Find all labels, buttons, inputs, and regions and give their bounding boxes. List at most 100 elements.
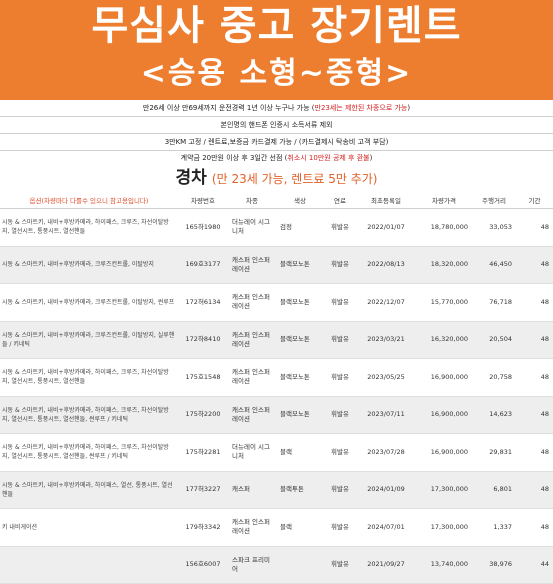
table-row[interactable]: 시동 & 스마트키, 내비+후방카메라, 하이패스, 크루즈, 차선이탈방지, … (0, 396, 553, 434)
col-mileage: 주행거리 (472, 191, 516, 209)
cell-price: 17,300,000 (416, 471, 472, 509)
cell-fuel: 휘발유 (324, 321, 356, 359)
cell-fuel: 휘발유 (324, 246, 356, 284)
cell-mileage: 14,623 (472, 396, 516, 434)
cell-model: 캐스퍼 인스퍼레이션 (228, 283, 276, 322)
cell-color: 블랙 (276, 433, 324, 472)
cell-plate: 172하8410 (178, 321, 228, 359)
cell-price: 16,900,000 (416, 358, 472, 397)
col-options: 옵션(차량마다 다를수 있으니 참고용입니다) (0, 191, 178, 209)
divider (0, 150, 553, 151)
table-row[interactable]: 시동 & 스마트키, 내비+후방카메라, 크루즈컨트롤, 이탈방지 169호317… (0, 246, 553, 284)
cell-term: 48 (516, 358, 553, 397)
cell-fuel: 휘발유 (324, 208, 356, 247)
table-row[interactable]: 시동 & 스마트키, 내비+후방카메라, 하이패스, 크루즈, 차선이탈방지, … (0, 358, 553, 397)
table-row[interactable]: 키 내비게이션 179하3342 캐스퍼 인스퍼레이션 블랙 휘발유 2024/07/01… (0, 508, 553, 547)
table-row[interactable]: 시동 & 스마트키, 내비+후방카메라, 하이패스, 크루즈, 차선이탈방지, … (0, 208, 553, 247)
cell-reg-date: 2024/01/09 (356, 471, 416, 509)
cell-term: 44 (516, 546, 553, 584)
cell-plate: 177허3227 (178, 471, 228, 509)
banner-title: 무심사 중고 장기렌트 (91, 3, 462, 49)
cell-price: 16,900,000 (416, 396, 472, 434)
cell-color (276, 546, 324, 584)
cell-mileage: 1,337 (472, 508, 516, 547)
section-note: (만 23세 가능, 렌트료 5만 추가) (211, 172, 378, 186)
cell-options (0, 546, 178, 584)
cell-reg-date: 2023/07/11 (356, 396, 416, 434)
cell-price: 18,320,000 (416, 246, 472, 284)
cell-color: 검정 (276, 208, 324, 247)
cell-plate: 172허6134 (178, 283, 228, 322)
cell-reg-date: 2023/03/21 (356, 321, 416, 359)
cell-color: 블랙모노톤 (276, 246, 324, 284)
cell-reg-date: 2023/05/25 (356, 358, 416, 397)
table-row[interactable]: 시동 & 스마트키, 내비+후방카메라, 크루즈컨트롤, 이탈방지, 썬루프 17… (0, 283, 553, 322)
cell-fuel: 휘발유 (324, 546, 356, 584)
table-row[interactable]: 시동 & 스마트키, 내비+후방카메라, 하이패스, 열선, 통풍시트, 열선핸… (0, 471, 553, 509)
table-header: 옵션(차량마다 다를수 있으니 참고용입니다) 차량번호 차종 색상 연료 최초… (0, 191, 553, 209)
cell-model: 캐스퍼 인스퍼레이션 (228, 321, 276, 359)
notice-highlight: 취소시 10만원 공제 후 환불 (287, 154, 370, 162)
section-heading: 경차 (만 23세 가능, 렌트료 5만 추가) (0, 167, 553, 190)
cell-term: 48 (516, 321, 553, 359)
col-fuel: 연료 (324, 191, 356, 209)
divider (0, 116, 553, 117)
cell-mileage: 20,504 (472, 321, 516, 359)
cell-options: 시동 & 스마트키, 내비+후방카메라, 하이패스, 크루즈, 차선이탈방지, … (0, 358, 178, 397)
cell-options: 시동 & 스마트키, 내비+후방카메라, 크루즈컨트롤, 이탈방지 (0, 246, 178, 284)
cell-color: 블랙모노톤 (276, 321, 324, 359)
cell-plate: 175하2200 (178, 396, 228, 434)
cell-price: 18,780,000 (416, 208, 472, 247)
cell-price: 17,300,000 (416, 508, 472, 547)
cell-mileage: 29,831 (472, 433, 516, 472)
cell-color: 블랙모노톤 (276, 396, 324, 434)
cell-options: 시동 & 스마트키, 내비+후방카메라, 하이패스, 크루즈, 차선이탈방지, … (0, 433, 178, 472)
cell-color: 블랙 (276, 508, 324, 547)
cell-mileage: 76,718 (472, 283, 516, 322)
cell-model: 캐스퍼 인스퍼레이션 (228, 396, 276, 434)
notice-eligibility: 만26세 이상 만69세까지 운전경력 1년 이상 누구나 가능 (만23세는 … (142, 104, 411, 112)
cell-model: 스파크 프리미어 (228, 546, 276, 584)
cell-reg-date: 2022/08/13 (356, 246, 416, 284)
cell-price: 16,320,000 (416, 321, 472, 359)
cell-reg-date: 2024/07/01 (356, 508, 416, 547)
cell-reg-date: 2021/09/27 (356, 546, 416, 584)
notice-highlight: 만23세는 제한된 차종으로 가능 (314, 104, 408, 112)
cell-term: 48 (516, 208, 553, 247)
cell-reg-date: 2022/12/07 (356, 283, 416, 322)
col-term: 기간 (516, 191, 553, 209)
col-model: 차종 (228, 191, 276, 209)
cell-color: 블랙모노톤 (276, 358, 324, 397)
title-banner: 무심사 중고 장기렌트 <승용 소형~중형> (0, 0, 553, 100)
vehicle-table: 옵션(차량마다 다를수 있으니 참고용입니다) 차량번호 차종 색상 연료 최초… (0, 191, 553, 584)
col-reg-date: 최초등록일 (356, 191, 416, 209)
cell-plate: 179하3342 (178, 508, 228, 547)
notice-mileage-payment: 3만KM 고정 / 렌트료,보증금 카드결제 가능 / (카드결제시 탁송비 고… (164, 138, 389, 146)
cell-price: 15,770,000 (416, 283, 472, 322)
cell-price: 13,740,000 (416, 546, 472, 584)
cell-mileage: 6,801 (472, 471, 516, 509)
cell-fuel: 휘발유 (324, 433, 356, 472)
table-row[interactable]: 156호6007 스파크 프리미어 휘발유 2021/09/27 13,740,000 3… (0, 546, 553, 584)
cell-reg-date: 2023/07/28 (356, 433, 416, 472)
cell-model: 캐스퍼 (228, 471, 276, 509)
cell-options: 시동 & 스마트키, 내비+후방카메라, 크루즈컨트롤, 이탈방지, 썬루프 (0, 283, 178, 322)
cell-mileage: 20,758 (472, 358, 516, 397)
table-row[interactable]: 시동 & 스마트키, 내비+후방카메라, 크루즈컨트롤, 이탈방지, 실루핸들 … (0, 321, 553, 359)
cell-options: 시동 & 스마트키, 내비+후방카메라, 크루즈컨트롤, 이탈방지, 실루핸들 … (0, 321, 178, 359)
cell-term: 48 (516, 396, 553, 434)
cell-model: 캐스퍼 인스퍼레이션 (228, 508, 276, 547)
cell-color: 블랙모노톤 (276, 283, 324, 322)
notice-deposit: 계약금 20만원 이상 후 3일간 선점 (취소시 10만원 공제 후 환불) (180, 154, 373, 162)
cell-plate: 175호1548 (178, 358, 228, 397)
cell-mileage: 46,450 (472, 246, 516, 284)
cell-options: 시동 & 스마트키, 내비+후방카메라, 하이패스, 크루즈, 차선이탈방지, … (0, 208, 178, 247)
cell-term: 48 (516, 508, 553, 547)
cell-fuel: 휘발유 (324, 471, 356, 509)
cell-model: 캐스퍼 인스퍼레이션 (228, 246, 276, 284)
table-row[interactable]: 시동 & 스마트키, 내비+후방카메라, 하이패스, 크루즈, 차선이탈방지, … (0, 433, 553, 472)
col-color: 색상 (276, 191, 324, 209)
cell-mileage: 38,976 (472, 546, 516, 584)
cell-options: 시동 & 스마트키, 내비+후방카메라, 하이패스, 크루즈, 차선이탈방지, … (0, 396, 178, 434)
cell-price: 16,900,000 (416, 433, 472, 472)
